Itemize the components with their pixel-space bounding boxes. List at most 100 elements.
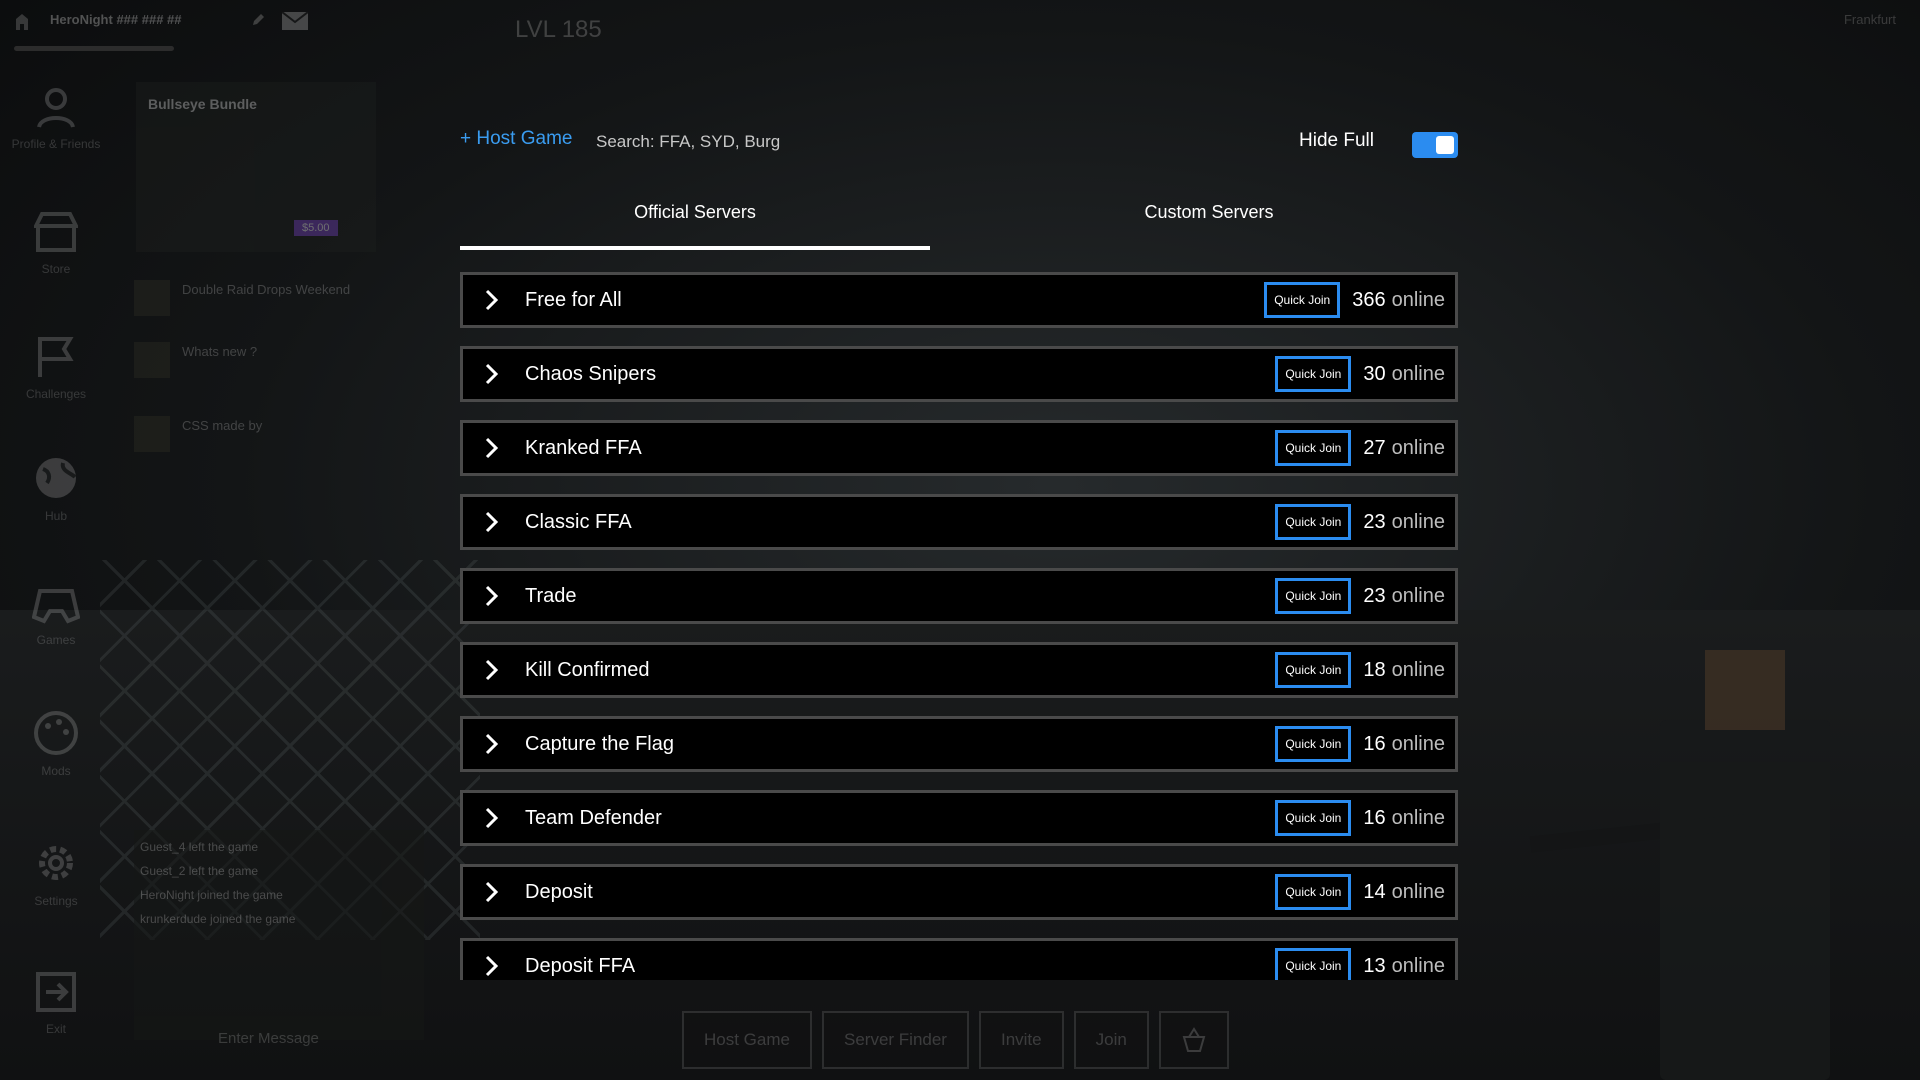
host-game-bottom-button[interactable]: Host Game [682,1011,812,1069]
online-count: 16 [1363,806,1386,829]
server-mode-row[interactable]: Classic FFA Quick Join 23 online [460,494,1458,550]
server-mode-row[interactable]: Kranked FFA Quick Join 27 online [460,420,1458,476]
server-mode-row[interactable]: Capture the Flag Quick Join 16 online [460,716,1458,772]
spectate-button[interactable] [1158,1011,1229,1069]
news-item[interactable]: Whats new ? [134,334,390,386]
username-label: HeroNight ### ### ## [50,12,182,27]
chevron-right-icon[interactable] [485,733,507,755]
quick-join-button[interactable]: Quick Join [1275,726,1352,762]
server-search-input[interactable] [594,126,1018,158]
mode-name: Deposit FFA [525,954,636,977]
server-list: Free for All Quick Join 366 online Chaos… [460,272,1458,980]
join-button[interactable]: Join [1073,1011,1149,1069]
online-label: online [1391,880,1445,903]
quick-join-button[interactable]: Quick Join [1275,356,1352,392]
sidebar-item-profile[interactable]: Profile & Friends [0,85,112,151]
sidebar-item-label: Exit [45,1022,66,1036]
news-item-text: Whats new ? [182,344,258,359]
tab-custom-servers[interactable]: Custom Servers [960,202,1458,246]
quick-join-button[interactable]: Quick Join [1275,504,1352,540]
host-game-link[interactable]: + Host Game [460,128,572,150]
region-label[interactable]: Frankfurt [1844,12,1896,27]
chevron-right-icon[interactable] [485,363,507,385]
online-label: online [1391,510,1445,533]
online-label: online [1391,362,1445,385]
online-count: 14 [1363,880,1386,903]
sidebar-item-challenges[interactable]: Challenges [0,335,112,401]
row-right: Quick Join 14 online [1275,867,1445,917]
online-count: 23 [1363,584,1386,607]
sidebar-item-label: Mods [41,764,71,778]
mail-icon[interactable] [282,12,308,30]
chevron-right-icon[interactable] [485,585,507,607]
player-head [1705,650,1785,730]
sidebar-item-store[interactable]: Store [0,210,112,276]
invite-button[interactable]: Invite [978,1011,1064,1069]
news-item[interactable]: Double Raid Drops Weekend [134,272,390,324]
sidebar-item-label: Store [41,262,71,276]
server-mode-row[interactable]: Team Defender Quick Join 16 online [460,790,1458,846]
row-right: Quick Join 13 online [1275,941,1445,980]
chevron-right-icon[interactable] [485,881,507,903]
server-mode-row[interactable]: Deposit Quick Join 14 online [460,864,1458,920]
mode-name: Team Defender [525,806,662,829]
quick-join-button[interactable]: Quick Join [1264,282,1341,318]
chat-message: krunkerdude joined the game [140,912,296,926]
chevron-right-icon[interactable] [485,289,507,311]
tab-official-servers[interactable]: Official Servers [460,202,930,250]
online-label: online [1391,806,1445,829]
globe-icon [36,458,77,498]
toggle-knob [1436,136,1454,154]
chevron-right-icon[interactable] [485,511,507,533]
mode-name: Classic FFA [525,510,632,533]
server-mode-row[interactable]: Chaos Snipers Quick Join 30 online [460,346,1458,402]
quick-join-button[interactable]: Quick Join [1275,948,1352,980]
online-label: online [1391,288,1445,311]
sidebar-item-label: Hub [44,509,67,523]
row-right: Quick Join 23 online [1275,571,1445,621]
online-count: 30 [1363,362,1386,385]
server-mode-row[interactable]: Free for All Quick Join 366 online [460,272,1458,328]
mode-name: Deposit [525,880,593,903]
chevron-right-icon[interactable] [485,659,507,681]
quick-join-button[interactable]: Quick Join [1275,430,1352,466]
chevron-right-icon[interactable] [485,807,507,829]
level-label: LVL 185 [515,16,602,43]
server-finder-button[interactable]: Server Finder [821,1011,969,1069]
news-thumbnail [134,280,170,316]
server-mode-row[interactable]: Deposit FFA Quick Join 13 online [460,938,1458,980]
news-item[interactable]: CSS made by [134,408,390,460]
mode-name: Kranked FFA [525,436,642,459]
row-right: Quick Join 18 online [1275,645,1445,695]
sidebar-item-exit[interactable]: Exit [0,970,112,1036]
chevron-right-icon[interactable] [485,955,507,977]
news-thumbnail [134,416,170,452]
quick-join-button[interactable]: Quick Join [1275,874,1352,910]
gamepad-icon [32,589,80,624]
featured-news-card[interactable]: Bullseye Bundle $5.00 [136,82,376,252]
sidebar-item-settings[interactable]: Settings [0,840,112,908]
sidebar-item-label: Challenges [25,387,87,401]
quick-join-button[interactable]: Quick Join [1275,800,1352,836]
sidebar: Profile & Friends Store Challenges Hub G… [0,60,112,1080]
home-icon[interactable] [14,12,30,30]
quick-join-button[interactable]: Quick Join [1275,578,1352,614]
pencil-icon[interactable] [252,12,266,26]
online-label: online [1391,658,1445,681]
quick-join-button[interactable]: Quick Join [1275,652,1352,688]
server-mode-row[interactable]: Kill Confirmed Quick Join 18 online [460,642,1458,698]
news-item-text: CSS made by [182,418,263,433]
featured-news-title: Bullseye Bundle [148,96,257,112]
online-label: online [1391,732,1445,755]
flag-icon [38,337,74,377]
chevron-right-icon[interactable] [485,437,507,459]
sidebar-item-games[interactable]: Games [0,585,112,647]
sidebar-item-hub[interactable]: Hub [0,455,112,523]
featured-news-price[interactable]: $5.00 [294,220,338,236]
sidebar-item-mods[interactable]: Mods [0,710,112,778]
news-thumbnail [134,342,170,378]
server-mode-row[interactable]: Trade Quick Join 23 online [460,568,1458,624]
chat-input[interactable]: Enter Message [134,1018,424,1060]
hide-full-toggle[interactable] [1412,132,1458,158]
hat-icon [1182,1027,1206,1052]
